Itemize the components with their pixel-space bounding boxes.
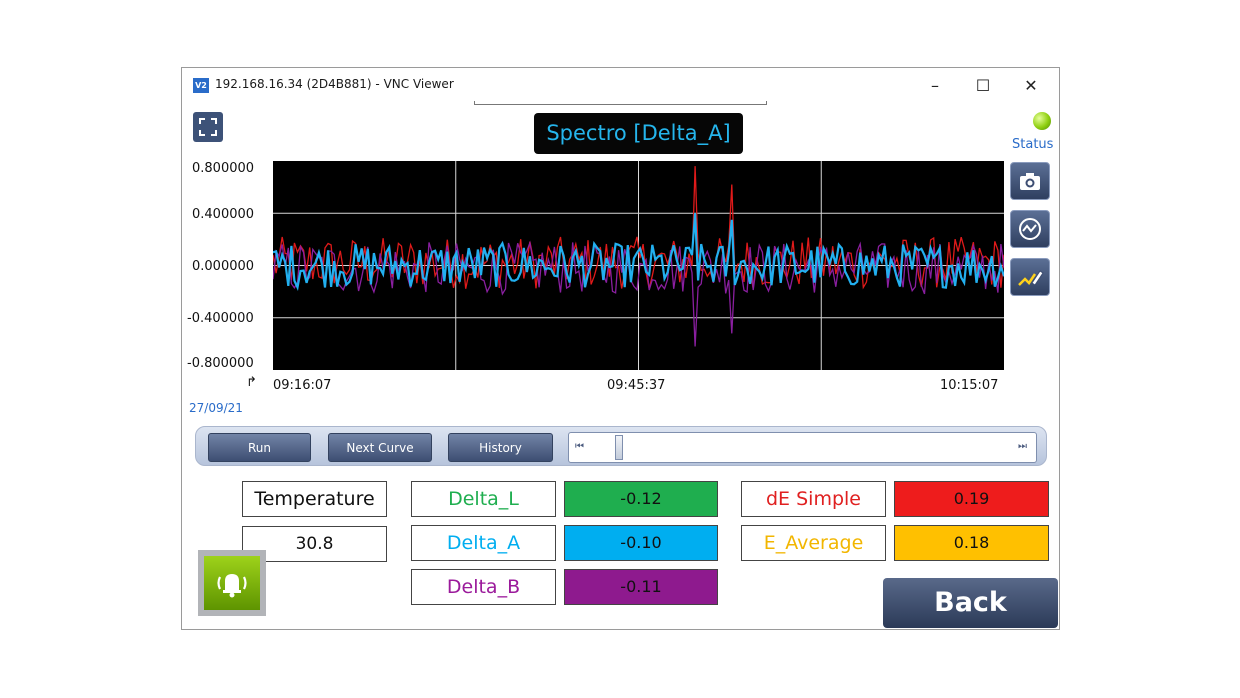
minimize-button[interactable]: – [912, 72, 958, 100]
date-label: 27/09/21 [189, 401, 243, 415]
status-label: Status [1012, 137, 1054, 152]
delta-a-value: -0.10 [564, 525, 718, 561]
snapshot-button[interactable] [1010, 162, 1050, 200]
y-tick-label: 0.800000 [192, 161, 255, 176]
spectro-plot[interactable] [273, 161, 1004, 370]
temperature-label: Temperature [242, 481, 387, 517]
delta-l-value: -0.12 [564, 481, 718, 517]
next-curve-button[interactable]: Next Curve [328, 433, 432, 462]
delta-b-label: Delta_B [411, 569, 556, 605]
close-button[interactable]: ✕ [1008, 72, 1054, 100]
de-simple-label: dE Simple [741, 481, 886, 517]
trend-view-button[interactable] [1010, 210, 1050, 248]
skip-end-icon[interactable]: ⏭ [1018, 441, 1027, 452]
y-tick-label: 0.000000 [192, 259, 255, 274]
y-tick-label: 0.400000 [192, 207, 255, 222]
plot-canvas [273, 161, 1004, 370]
history-slider[interactable]: ⏮ ⏭ [568, 432, 1037, 463]
vnc-viewer-window: V2 192.168.16.34 (2D4B881) - VNC Viewer … [181, 67, 1060, 630]
fullscreen-button[interactable] [193, 112, 223, 142]
slider-thumb[interactable] [615, 435, 624, 460]
x-tick-label: 10:15:07 [940, 378, 999, 393]
alarm-bell-icon [217, 574, 247, 598]
x-tick-label: 09:45:37 [607, 378, 666, 393]
curve-edit-icon [1018, 270, 1044, 286]
y-tick-label: -0.400000 [187, 311, 254, 326]
x-tick-label: 09:16:07 [273, 378, 332, 393]
chart-title: Spectro [Delta_A] [534, 113, 743, 154]
run-button[interactable]: Run [208, 433, 311, 462]
history-button[interactable]: History [448, 433, 553, 462]
delta-b-value: -0.11 [564, 569, 718, 605]
time-origin-arrow-icon: ↱ [246, 375, 257, 390]
trend-icon [1019, 218, 1041, 240]
delta-a-label: Delta_A [411, 525, 556, 561]
window-title: 192.168.16.34 (2D4B881) - VNC Viewer [215, 77, 454, 91]
vnc-toolbar-handle[interactable] [474, 101, 767, 105]
delta-l-label: Delta_L [411, 481, 556, 517]
alarm-button-face [204, 556, 260, 610]
maximize-button[interactable]: ☐ [960, 72, 1006, 100]
curve-edit-button[interactable] [1010, 258, 1050, 296]
camera-icon [1020, 173, 1040, 190]
fullscreen-icon [199, 118, 217, 136]
y-tick-label: -0.800000 [187, 356, 254, 371]
e-average-label: E_Average [741, 525, 886, 561]
de-simple-value: 0.19 [894, 481, 1049, 517]
skip-start-icon[interactable]: ⏮ [575, 441, 584, 452]
back-button[interactable]: Back [883, 578, 1058, 628]
status-indicator [1033, 112, 1051, 130]
e-average-value: 0.18 [894, 525, 1049, 561]
vnc-app-icon: V2 [193, 78, 209, 93]
alarm-button[interactable] [198, 550, 266, 616]
title-bar[interactable]: V2 192.168.16.34 (2D4B881) - VNC Viewer … [182, 68, 1059, 102]
